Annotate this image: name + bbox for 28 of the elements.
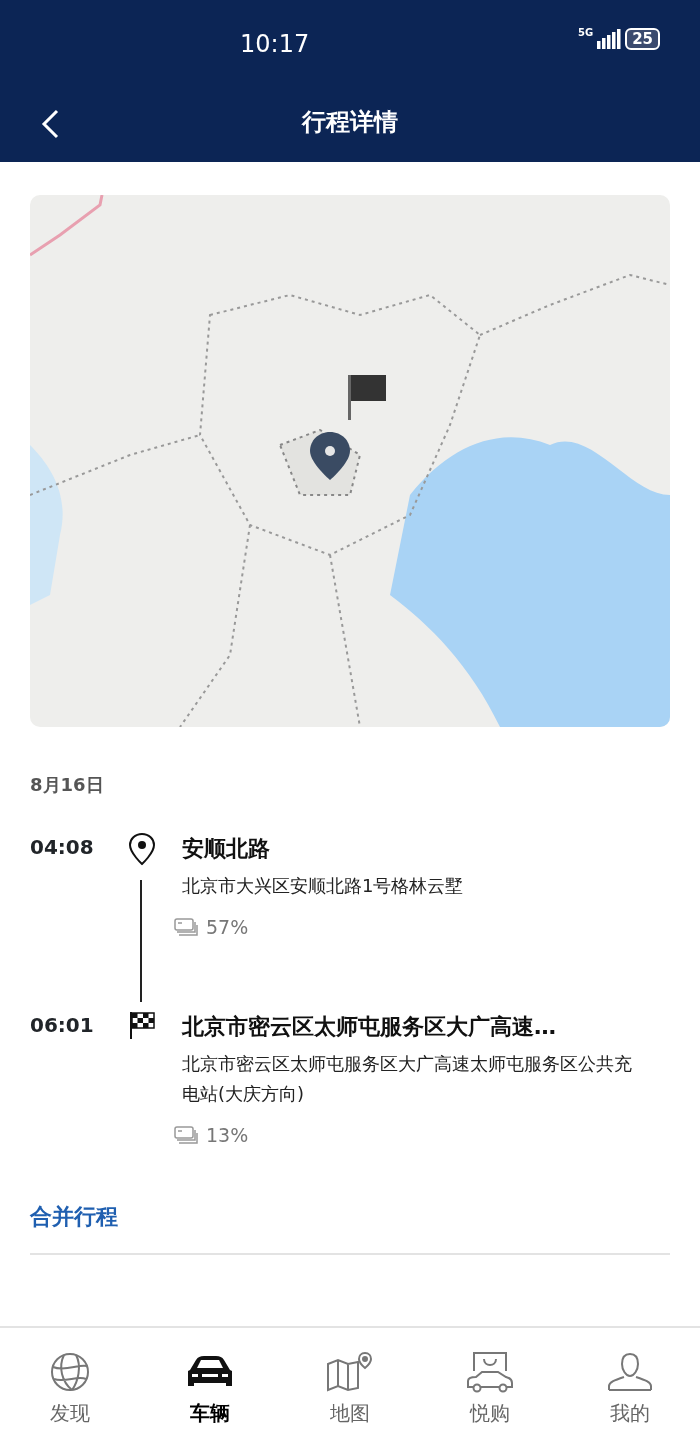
battery-percent: 57% xyxy=(206,915,249,940)
page-title: 行程详情 xyxy=(302,107,398,138)
battery-percent: 13% xyxy=(206,1123,249,1148)
stop-time: 04:08 xyxy=(29,834,95,861)
battery-icon xyxy=(174,918,198,937)
status-time: 10:17 xyxy=(240,29,310,60)
checkered-flag-icon xyxy=(128,1010,156,1040)
stop-name: 安顺北路 xyxy=(182,835,271,863)
stop-address: 北京市密云区太师屯服务区大广高速太师屯服务区公共充电站(大庆方向) xyxy=(182,1052,632,1106)
person-icon xyxy=(607,1350,653,1394)
location-pin-icon xyxy=(128,832,156,866)
shopping-bag-car-icon xyxy=(466,1350,514,1394)
network-label: 5G xyxy=(577,28,594,38)
trip-date: 8月16日 xyxy=(30,773,105,797)
stop-time: 06:01 xyxy=(29,1012,95,1039)
stop-address: 北京市大兴区安顺北路1号格林云墅 xyxy=(182,874,465,898)
nav-tab[interactable]: 我的 xyxy=(560,1328,700,1443)
battery-icon xyxy=(174,1126,198,1145)
battery-level: 25 xyxy=(625,28,660,50)
nav-tab[interactable]: 悦购 xyxy=(420,1328,560,1443)
globe-icon xyxy=(50,1350,90,1394)
nav-tab[interactable]: 地图 xyxy=(280,1328,420,1443)
nav-tab[interactable]: 发现 xyxy=(0,1328,140,1443)
stop-name: 北京市密云区太师屯服务区大广高速… xyxy=(182,1013,557,1041)
nav-tab[interactable]: 车辆 xyxy=(140,1328,280,1443)
merge-trip-link[interactable]: 合并行程 xyxy=(30,1199,118,1233)
signal-icon xyxy=(597,29,622,49)
folded-map-pin-icon xyxy=(326,1350,374,1394)
